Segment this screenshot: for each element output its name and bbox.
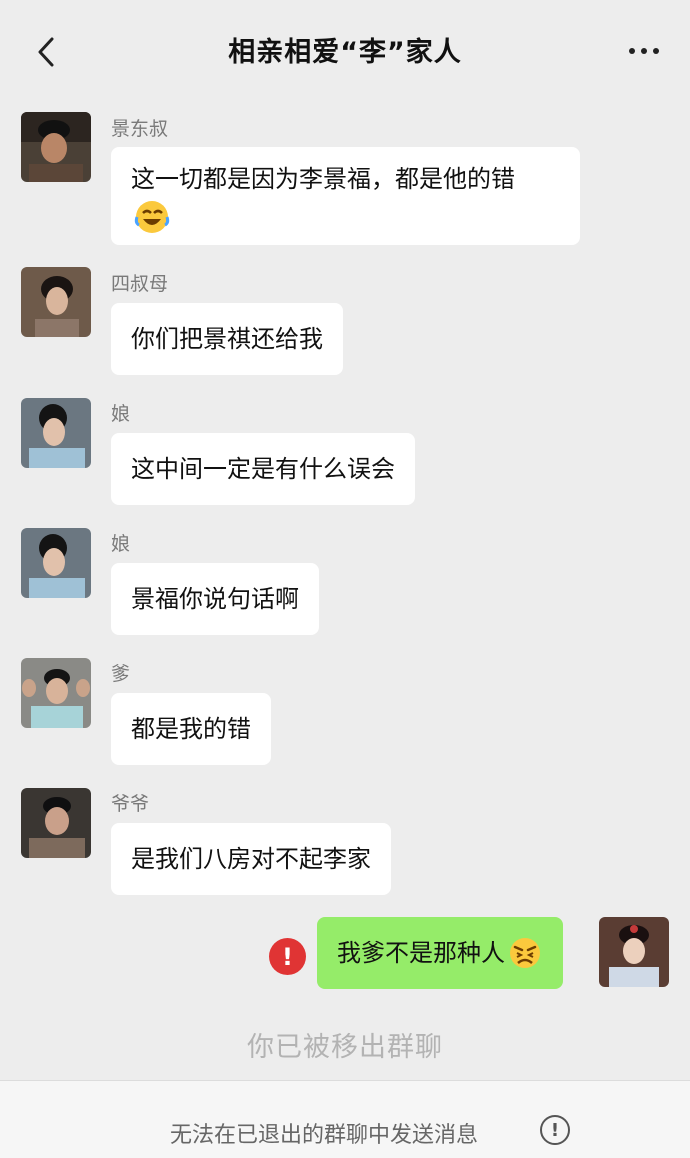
chat-header: 相亲相爱“李”家人 <box>0 0 690 104</box>
my-message-bubble[interactable]: 我爹不是那种人 <box>317 917 563 989</box>
message-text: 都是我的错 <box>131 715 251 743</box>
sender-name: 娘 <box>111 403 131 425</box>
message-text: 是我们八房对不起李家 <box>131 845 371 873</box>
avatar[interactable] <box>21 112 91 182</box>
angry-face-emoji-icon <box>510 938 540 968</box>
more-icon-dot <box>641 48 647 54</box>
more-icon <box>629 48 635 54</box>
send-failed-icon[interactable]: ! <box>269 938 306 975</box>
avatar[interactable] <box>21 658 91 728</box>
message-text: 景福你说句话啊 <box>131 585 299 613</box>
message-bubble[interactable]: 这中间一定是有什么误会 <box>111 433 415 505</box>
message-text: 这一切都是因为李景福，都是他的错 <box>131 165 515 193</box>
message-bubble[interactable]: 景福你说句话啊 <box>111 563 319 635</box>
chat-title: 相亲相爱“李”家人 <box>228 37 462 68</box>
message-text: 你们把景祺还给我 <box>131 325 323 353</box>
message-bubble[interactable]: 这一切都是因为李景福，都是他的错 <box>111 147 580 245</box>
message-bubble[interactable]: 是我们八房对不起李家 <box>111 823 391 895</box>
sender-name: 四叔母 <box>111 273 169 295</box>
message-text: 这中间一定是有什么误会 <box>131 455 395 483</box>
avatar[interactable] <box>21 398 91 468</box>
input-disabled-footer: 无法在已退出的群聊中发送消息 ! <box>0 1080 690 1158</box>
info-icon[interactable]: ! <box>540 1115 570 1145</box>
avatar[interactable] <box>21 267 91 337</box>
avatar[interactable] <box>21 788 91 858</box>
avatar[interactable] <box>21 528 91 598</box>
footer-text: 无法在已退出的群聊中发送消息 <box>170 1123 479 1148</box>
tears-of-joy-emoji-icon <box>134 201 170 233</box>
sender-name: 爷爷 <box>111 793 150 815</box>
sender-name: 娘 <box>111 533 131 555</box>
message-bubble[interactable]: 你们把景祺还给我 <box>111 303 343 375</box>
sender-name: 景东叔 <box>111 118 169 140</box>
my-avatar[interactable] <box>599 917 669 987</box>
more-icon-dot <box>653 48 659 54</box>
message-bubble[interactable]: 都是我的错 <box>111 693 271 765</box>
sender-name: 爹 <box>111 663 131 685</box>
message-text: 我爹不是那种人 <box>337 939 505 967</box>
more-options-button[interactable] <box>624 36 664 66</box>
system-notice: 你已被移出群聊 <box>247 1032 443 1063</box>
